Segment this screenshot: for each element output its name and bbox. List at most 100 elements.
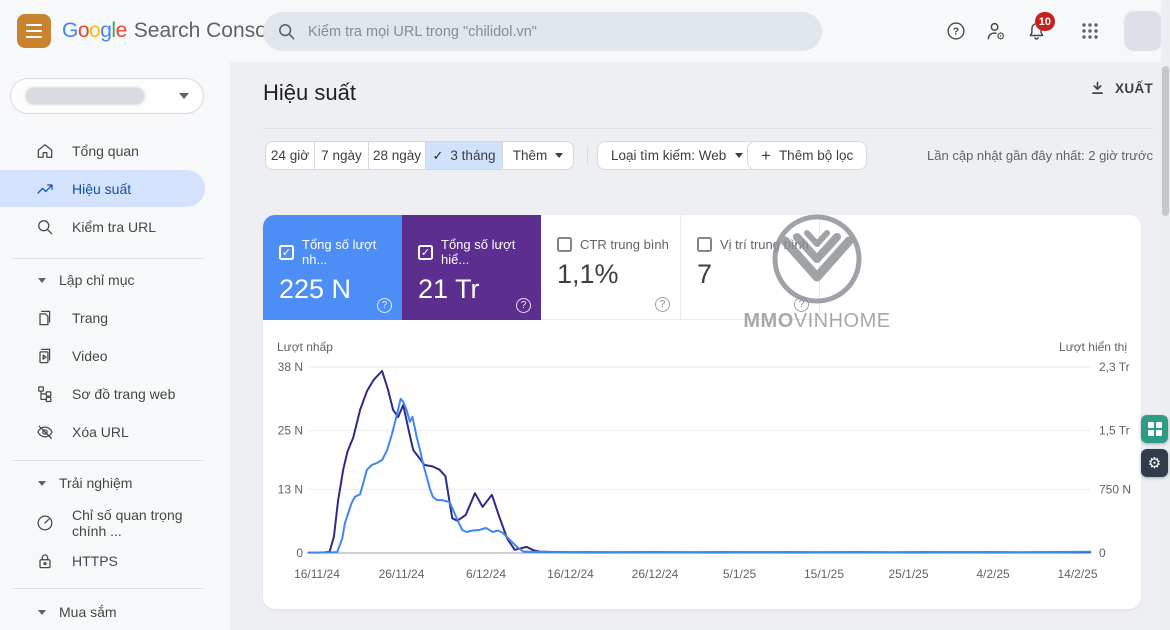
sitemap-icon xyxy=(35,384,55,404)
chevron-down-icon xyxy=(38,277,46,283)
sidebar-item-removals[interactable]: Xóa URL xyxy=(0,413,205,450)
notification-count-badge: 10 xyxy=(1034,12,1055,31)
sidebar-item-sitemaps[interactable]: Sơ đồ trang web xyxy=(0,375,205,412)
card-label: Tổng số lượt hiể... xyxy=(441,237,516,267)
chevron-down-icon xyxy=(735,153,744,158)
help-icon[interactable]: ? xyxy=(377,298,392,313)
section-label: Lập chỉ mục xyxy=(59,272,135,288)
average-position-card[interactable]: Vị trí trung bình 7 ? xyxy=(681,215,820,320)
svg-text:16/12/24: 16/12/24 xyxy=(547,567,594,581)
metric-cards-row: ✓ Tổng số lượt nh... 225 N ? ✓ Tổng số l… xyxy=(263,215,1141,320)
help-button[interactable]: ? xyxy=(936,11,976,51)
download-icon xyxy=(1092,81,1104,94)
total-impressions-card[interactable]: ✓ Tổng số lượt hiể... 21 Tr ? xyxy=(402,215,541,320)
search-input[interactable] xyxy=(308,23,808,40)
svg-text:750 N: 750 N xyxy=(1099,482,1131,496)
sidebar-section-shopping[interactable]: Mua sắm xyxy=(0,600,205,624)
help-icon[interactable]: ? xyxy=(516,298,531,313)
range-3m-selected[interactable]: ✓ 3 tháng xyxy=(426,142,503,169)
sidebar-item-https[interactable]: HTTPS xyxy=(0,542,205,579)
card-value: 7 xyxy=(697,259,713,289)
url-inspection-searchbox[interactable] xyxy=(263,12,822,51)
sidebar-item-pages[interactable]: Trang xyxy=(0,299,205,336)
range-28d[interactable]: 28 ngày xyxy=(369,142,426,169)
checkbox-checked-icon[interactable]: ✓ xyxy=(279,244,294,260)
pages-icon xyxy=(35,308,55,328)
scrollbar-thumb[interactable] xyxy=(1162,66,1169,216)
sidebar-item-url-inspection[interactable]: Kiểm tra URL xyxy=(0,208,205,245)
topbar-actions: ? ⚙ 10 xyxy=(936,0,1170,62)
user-settings-button[interactable]: ⚙ xyxy=(976,11,1016,51)
help-icon[interactable]: ? xyxy=(655,297,670,312)
sidebar-section-experience[interactable]: Trải nghiệm xyxy=(0,471,205,495)
export-button[interactable]: XUẤT xyxy=(1089,80,1153,97)
app-logo[interactable]: Google Search Console xyxy=(62,0,283,62)
extension-capture-button[interactable] xyxy=(1141,415,1168,443)
range-more-dropdown[interactable]: Thêm xyxy=(503,142,573,169)
header-divider xyxy=(263,128,1153,129)
plus-icon: + xyxy=(761,145,771,165)
section-label: Mua sắm xyxy=(59,604,117,620)
svg-text:?: ? xyxy=(953,27,959,38)
property-name-redacted xyxy=(25,87,145,105)
svg-text:14/2/25: 14/2/25 xyxy=(1057,567,1097,581)
sidebar-item-label: Kiểm tra URL xyxy=(72,218,157,235)
sidebar-item-label: Sơ đồ trang web xyxy=(72,385,176,402)
scrollbar[interactable] xyxy=(1161,0,1170,630)
performance-icon xyxy=(35,179,55,199)
apps-grid-button[interactable] xyxy=(1070,11,1110,51)
export-label: XUẤT xyxy=(1115,81,1153,96)
search-type-filter[interactable]: Loại tìm kiếm: Web xyxy=(597,141,758,170)
svg-text:2,3 Tr: 2,3 Tr xyxy=(1099,360,1130,374)
range-7d[interactable]: 7 ngày xyxy=(315,142,369,169)
help-icon[interactable]: ? xyxy=(794,297,809,312)
sidebar-item-overview[interactable]: Tổng quan xyxy=(0,132,205,169)
sidebar: Tổng quan Hiệu suất Kiểm tra URL Lập chỉ… xyxy=(0,62,230,630)
chevron-down-icon xyxy=(38,480,46,486)
notifications-button[interactable]: 10 xyxy=(1016,11,1056,51)
sidebar-item-label: Tổng quan xyxy=(72,142,139,159)
sidebar-section-indexing[interactable]: Lập chỉ mục xyxy=(0,268,205,292)
svg-text:15/1/25: 15/1/25 xyxy=(804,567,844,581)
sidebar-divider xyxy=(12,588,204,589)
checkbox-unchecked-icon[interactable] xyxy=(557,237,572,252)
magnifier-icon xyxy=(35,217,55,237)
property-selector[interactable] xyxy=(10,78,204,114)
range-24h[interactable]: 24 giờ xyxy=(266,142,315,169)
card-label: Tổng số lượt nh... xyxy=(302,237,377,267)
card-label: Vị trí trung bình xyxy=(720,237,809,252)
svg-text:0: 0 xyxy=(296,546,303,560)
total-clicks-card[interactable]: ✓ Tổng số lượt nh... 225 N ? xyxy=(263,215,402,320)
extension-settings-button[interactable]: ⚙ xyxy=(1141,449,1168,477)
google-logo: Google xyxy=(62,19,127,42)
sidebar-item-core-web-vitals[interactable]: Chỉ số quan trọng chính ... xyxy=(0,504,205,541)
add-filter-button[interactable]: + Thêm bộ lọc xyxy=(747,141,868,170)
date-range-segmented-control: 24 giờ 7 ngày 28 ngày ✓ 3 tháng Thêm xyxy=(265,141,574,170)
svg-text:25 N: 25 N xyxy=(278,424,303,438)
svg-text:26/11/24: 26/11/24 xyxy=(379,567,425,581)
sidebar-item-label: Video xyxy=(72,347,108,364)
home-icon xyxy=(35,141,55,161)
average-ctr-card[interactable]: CTR trung bình 1,1% ? xyxy=(541,215,681,320)
svg-text:1,5 Tr: 1,5 Tr xyxy=(1099,424,1130,438)
sidebar-item-video[interactable]: Video xyxy=(0,337,205,374)
svg-text:38 N: 38 N xyxy=(278,360,303,374)
sidebar-divider xyxy=(12,460,204,461)
hamburger-menu-icon[interactable] xyxy=(17,14,51,48)
checkbox-unchecked-icon[interactable] xyxy=(697,237,712,252)
svg-text:Lượt hiển thị: Lượt hiển thị xyxy=(1059,340,1127,354)
checkbox-checked-icon[interactable]: ✓ xyxy=(418,244,433,260)
sidebar-item-performance[interactable]: Hiệu suất xyxy=(0,170,205,207)
chevron-down-icon xyxy=(179,93,189,99)
gsc-performance-screen: Google Search Console ? ⚙ xyxy=(0,0,1170,630)
sidebar-item-label: HTTPS xyxy=(72,552,118,569)
apps-grid-icon xyxy=(1082,23,1098,39)
topbar: Google Search Console ? ⚙ xyxy=(0,0,1170,62)
svg-text:⚙: ⚙ xyxy=(996,31,1005,42)
filter-divider xyxy=(587,147,588,164)
page-title: Hiệu suất xyxy=(263,80,356,105)
svg-text:25/1/25: 25/1/25 xyxy=(888,567,928,581)
squares-icon xyxy=(1147,422,1162,436)
avatar[interactable] xyxy=(1124,11,1162,51)
sidebar-divider xyxy=(12,258,204,259)
